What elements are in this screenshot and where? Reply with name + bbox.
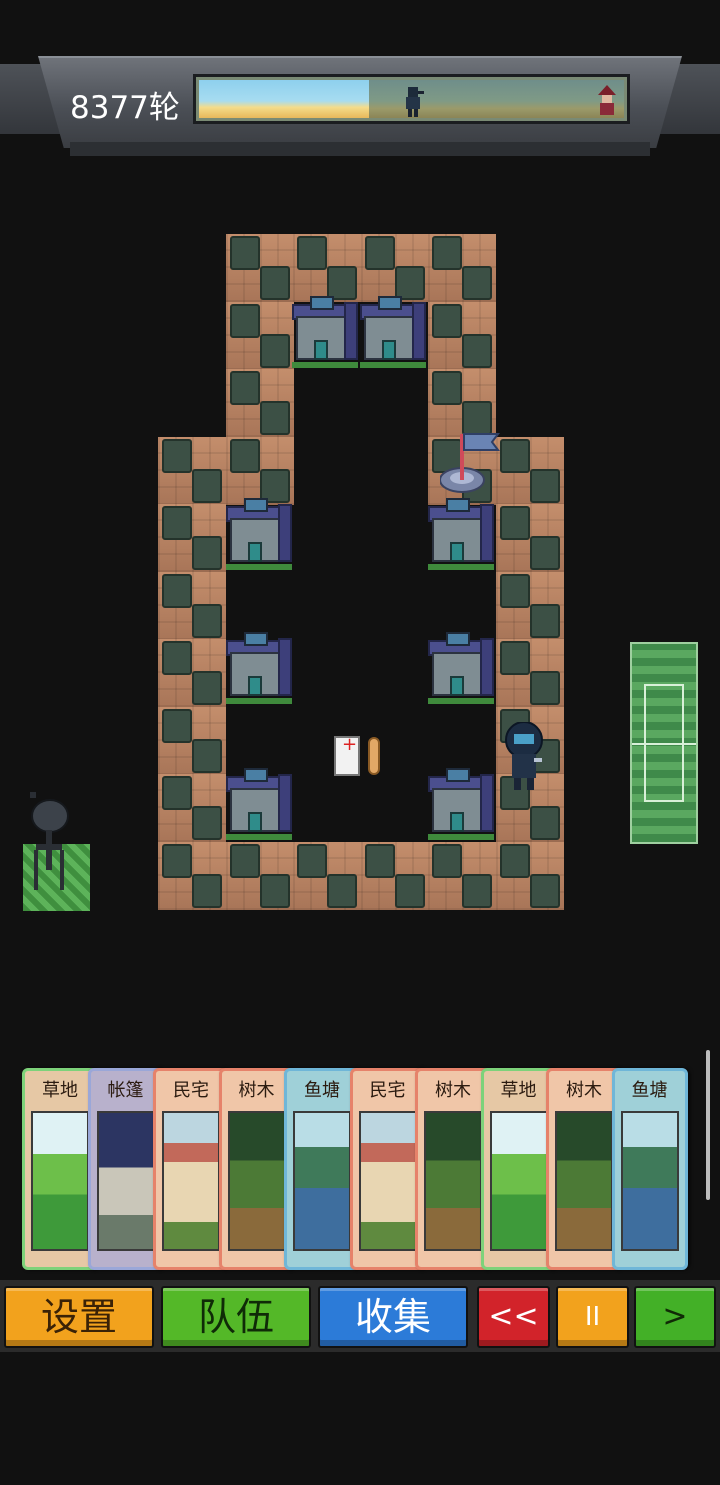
card-tree[interactable]: 树木	[546, 1068, 622, 1270]
card-label: 民宅	[173, 1080, 209, 1101]
card-label: 草地	[42, 1080, 78, 1101]
road-tile	[225, 436, 294, 505]
radar-dish-icon	[30, 792, 69, 890]
card-label: 帐篷	[107, 1080, 144, 1101]
road-tile	[158, 639, 226, 707]
road-tile	[495, 436, 564, 505]
round-counter: 8377轮	[70, 90, 180, 126]
road-tile	[428, 841, 496, 910]
road-tile	[225, 369, 294, 437]
collect-button[interactable]: 收集	[318, 1286, 468, 1348]
road-tile	[293, 234, 361, 302]
card-label: 树木	[566, 1080, 602, 1101]
road-tile	[360, 841, 429, 910]
house-icon	[226, 768, 292, 840]
card-label: 鱼塘	[631, 1080, 668, 1101]
football-field-tile	[630, 642, 698, 844]
card-label: 树木	[238, 1080, 275, 1101]
card-art	[227, 1111, 286, 1251]
card-house[interactable]: 民宅	[153, 1068, 229, 1270]
card-pond[interactable]: 鱼塘	[611, 1068, 688, 1270]
house-icon	[226, 632, 292, 704]
enemy-marker-icon	[598, 85, 616, 115]
top-hud: 8377轮	[0, 56, 720, 160]
road-tile	[225, 234, 294, 302]
bandage-icon	[368, 737, 380, 775]
road-tile	[158, 504, 226, 572]
team-button[interactable]: 队伍	[161, 1286, 311, 1348]
road-tile	[225, 301, 294, 370]
road-tile	[158, 706, 226, 775]
player-character-icon	[505, 722, 543, 790]
pause-button[interactable]: II	[556, 1286, 629, 1348]
road-tile	[495, 841, 564, 910]
scrollbar[interactable]	[706, 1050, 710, 1200]
card-label: 树木	[435, 1080, 471, 1101]
hud-lip	[70, 142, 650, 156]
road-tile	[495, 571, 564, 640]
progress-fill	[199, 80, 369, 118]
road-tile	[428, 234, 496, 302]
medkit-icon	[334, 734, 360, 776]
road-tile	[360, 234, 429, 302]
card-hand: 草地 帐篷 民宅 树木 鱼塘 民宅 树木 草地 树木 鱼塘	[22, 1068, 702, 1272]
house-icon	[360, 296, 426, 368]
flag-icon	[440, 433, 500, 493]
road-tile	[158, 571, 226, 640]
card-pond[interactable]: 鱼塘	[284, 1068, 360, 1270]
card-label: 草地	[500, 1080, 537, 1101]
hero-marker-icon	[406, 87, 424, 117]
road-tile	[225, 841, 294, 910]
card-art	[162, 1111, 220, 1251]
card-art	[424, 1111, 482, 1251]
house-icon	[428, 768, 494, 840]
road-tile	[495, 504, 564, 572]
card-label: 民宅	[369, 1080, 406, 1101]
road-tile	[495, 639, 564, 707]
house-icon	[428, 498, 494, 570]
card-grass[interactable]: 草地	[22, 1068, 98, 1270]
next-button[interactable]: >	[634, 1286, 716, 1348]
card-art	[620, 1111, 679, 1251]
card-label: 鱼塘	[304, 1080, 340, 1101]
rewind-button[interactable]: <<	[477, 1286, 550, 1348]
card-art	[293, 1111, 351, 1251]
card-art	[358, 1111, 417, 1251]
house-icon	[226, 498, 292, 570]
road-tile	[158, 436, 226, 505]
card-art	[489, 1111, 548, 1251]
round-progress-bar	[193, 74, 630, 124]
house-icon	[428, 632, 494, 704]
road-tile	[293, 841, 361, 910]
bottom-toolbar: 设置 队伍 收集 << II >	[0, 1280, 720, 1352]
road-tile	[158, 841, 226, 910]
road-tile	[158, 774, 226, 842]
settings-button[interactable]: 设置	[4, 1286, 154, 1348]
road-tile	[428, 369, 496, 437]
house-icon	[292, 296, 358, 368]
card-art	[96, 1111, 155, 1251]
card-art	[555, 1111, 613, 1251]
card-tree[interactable]: 树木	[415, 1068, 491, 1270]
card-art	[31, 1111, 89, 1251]
road-tile	[428, 301, 496, 370]
